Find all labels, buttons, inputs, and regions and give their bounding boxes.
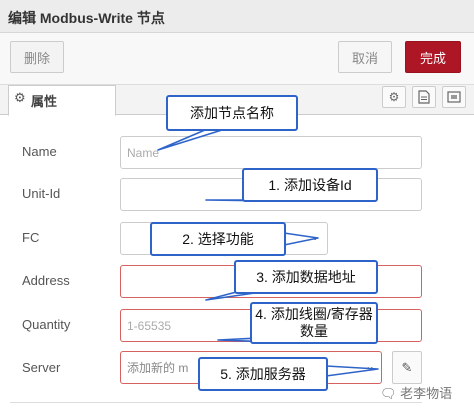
callout-server: 5. 添加服务器 bbox=[198, 357, 328, 391]
watermark-text: 老李物语 bbox=[400, 386, 453, 401]
watermark: 🗨 老李物语 bbox=[380, 383, 452, 402]
callout-pointers bbox=[157, 129, 379, 377]
callout-unit-id: 1. 添加设备Id bbox=[242, 168, 378, 202]
callout-quantity: 4. 添加线圈/寄存器数量 bbox=[250, 302, 378, 344]
callout-address: 3. 添加数据地址 bbox=[234, 260, 378, 294]
callout-pointer-name bbox=[157, 129, 223, 151]
callout-pointer-fc bbox=[283, 232, 319, 246]
callout-name: 添加节点名称 bbox=[166, 95, 298, 131]
chat-icon: 🗨 bbox=[380, 386, 397, 401]
callout-fc: 2. 选择功能 bbox=[150, 222, 286, 256]
callout-pointer-server bbox=[325, 365, 379, 377]
